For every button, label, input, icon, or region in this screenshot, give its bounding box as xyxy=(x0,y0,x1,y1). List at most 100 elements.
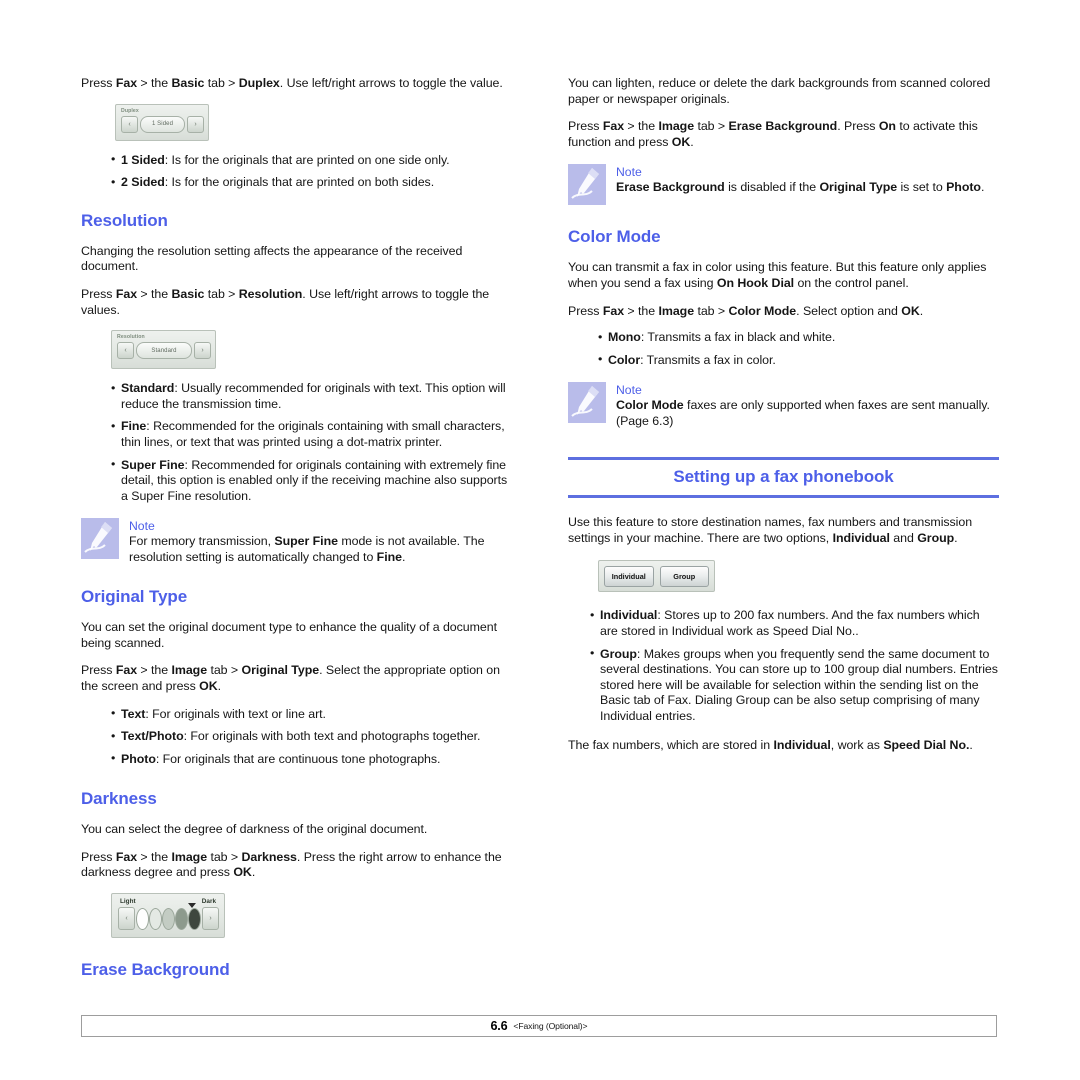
phonebook-banner: Setting up a fax phonebook xyxy=(568,457,999,499)
right-arrow-icon: › xyxy=(187,115,204,133)
text-run: . Use left/right arrows to toggle the va… xyxy=(279,76,503,90)
left-arrow-icon: ‹ xyxy=(117,342,134,360)
text-run: . Select option and xyxy=(796,303,902,318)
list-item-term: Fine xyxy=(121,419,147,434)
list-item: Photo: For originals that are continuous… xyxy=(111,751,512,768)
color-mode-paragraph-1: You can transmit a fax in color using th… xyxy=(568,260,999,291)
darkness-step xyxy=(136,907,149,930)
resolution-value: Standard xyxy=(136,342,192,360)
text-run: Press xyxy=(568,303,603,318)
text-run-bold: Image xyxy=(658,119,695,134)
text-run: tab > xyxy=(207,663,242,678)
note-erase-background: Note Erase Background is disabled if the… xyxy=(568,164,999,206)
heading-setting-up-fax-phonebook: Setting up a fax phonebook xyxy=(568,457,999,499)
note-pencil-icon xyxy=(568,164,606,206)
list-item-term: Color xyxy=(608,352,641,367)
note-body: Note For memory transmission, Super Fine… xyxy=(129,518,512,565)
list-item-term: Text xyxy=(121,706,146,721)
darkness-paragraph-2: Press Fax > the Image tab > Darkness. Pr… xyxy=(81,850,512,881)
text-run: tab > xyxy=(204,286,239,301)
text-run: tab > xyxy=(207,849,242,864)
text-run-bold: OK xyxy=(199,678,218,693)
text-run: The fax numbers, which are stored in xyxy=(568,737,774,752)
text-run-bold: OK xyxy=(671,134,691,149)
original-type-paragraph-2: Press Fax > the Image tab > Original Typ… xyxy=(81,663,512,694)
duplex-instruction: Press Fax > the Basic tab > Duplex. Use … xyxy=(81,76,512,92)
darkness-track: ‹ › xyxy=(118,903,219,931)
text-run: . xyxy=(401,549,406,564)
darkness-steps xyxy=(135,907,202,930)
note-body: Note Color Mode faxes are only supported… xyxy=(616,382,999,429)
heading-color-mode: Color Mode xyxy=(568,227,661,247)
text-run-bold: Duplex xyxy=(238,76,280,90)
list-item: Mono: Transmits a fax in black and white… xyxy=(598,330,999,346)
list-item-term: 1 Sided xyxy=(121,152,165,167)
note-color-mode: Note Color Mode faxes are only supported… xyxy=(568,382,999,429)
darkness-paragraph-1: You can select the degree of darkness of… xyxy=(81,822,428,837)
text-run: . xyxy=(251,865,256,880)
darkness-label-dark: Dark xyxy=(201,898,216,906)
text-run: > the xyxy=(137,663,172,678)
text-run-bold: Fax xyxy=(115,286,138,301)
footer-page-number: 6.6 xyxy=(490,1019,508,1033)
text-run-bold: Basic xyxy=(171,76,205,90)
duplex-options-list: 1 Sided: Is for the originals that are p… xyxy=(81,152,512,191)
list-item-term: 2 Sided xyxy=(121,175,165,190)
list-item-text: : For originals that are continuous tone… xyxy=(155,751,441,766)
text-run-bold: Fine xyxy=(376,549,402,564)
list-item: Group: Makes groups when you frequently … xyxy=(590,646,999,725)
text-run: and xyxy=(889,530,918,545)
note-pencil-icon xyxy=(568,382,606,424)
text-run: . xyxy=(217,678,222,693)
phonebook-closing-paragraph: The fax numbers, which are stored in Ind… xyxy=(568,738,999,754)
list-item-text: : Is for the originals that are printed … xyxy=(164,175,435,190)
document-page: Press Fax > the Basic tab > Duplex. Use … xyxy=(0,0,1080,1080)
darkness-step xyxy=(162,907,175,930)
text-run: Press xyxy=(81,76,116,90)
text-run-bold: Color Mode xyxy=(728,303,797,318)
list-item-term: Individual xyxy=(600,608,658,623)
darkness-scale-labels: Light Dark xyxy=(118,897,219,906)
footer-section-title: <Faxing (Optional)> xyxy=(513,1021,588,1031)
color-mode-options-list: Mono: Transmits a fax in black and white… xyxy=(568,330,999,368)
list-item: Individual: Stores up to 200 fax numbers… xyxy=(590,608,999,639)
list-item: Color: Transmits a fax in color. xyxy=(598,352,999,369)
two-column-body: Press Fax > the Basic tab > Duplex. Use … xyxy=(81,76,999,993)
text-run: is set to xyxy=(897,180,947,195)
phonebook-paragraph-1: Use this feature to store destination na… xyxy=(568,515,999,546)
left-column: Press Fax > the Basic tab > Duplex. Use … xyxy=(81,76,512,993)
text-run-bold: Erase Background xyxy=(728,119,838,134)
page-footer: 6.6 <Faxing (Optional)> xyxy=(81,1015,997,1037)
resolution-widget-label: Resolution xyxy=(117,334,145,341)
resolution-paragraph-1: Changing the resolution setting affects … xyxy=(81,243,463,274)
erase-background-paragraph-1: You can lighten, reduce or delete the da… xyxy=(568,76,991,106)
original-type-options-list: Text: For originals with text or line ar… xyxy=(81,706,512,768)
text-run: Press xyxy=(568,119,603,134)
darkness-position-marker xyxy=(188,903,196,909)
text-run: is disabled if the xyxy=(724,180,820,195)
right-column: You can lighten, reduce or delete the da… xyxy=(568,76,999,765)
heading-darkness: Darkness xyxy=(81,789,157,809)
list-item-term: Super Fine xyxy=(121,457,185,472)
resolution-spinner: ‹ Standard › xyxy=(117,342,211,360)
text-run-bold: Individual xyxy=(832,530,890,545)
note-text: For memory transmission, Super Fine mode… xyxy=(129,534,512,565)
individual-button: Individual xyxy=(604,565,654,587)
darkness-label-light: Light xyxy=(120,898,136,906)
text-run-bold: Fax xyxy=(602,119,625,134)
group-button: Group xyxy=(659,565,709,587)
text-run-bold: OK xyxy=(901,303,920,318)
note-resolution: Note For memory transmission, Super Fine… xyxy=(81,518,512,565)
text-run: > the xyxy=(624,303,659,318)
text-run: tab > xyxy=(694,303,729,318)
text-run: > the xyxy=(137,76,172,90)
text-run: on the control panel. xyxy=(794,275,909,290)
text-run-bold: Basic xyxy=(171,286,205,301)
list-item: Fine: Recommended for the originals cont… xyxy=(111,419,512,450)
list-item: Text/Photo: For originals with both text… xyxy=(111,729,512,745)
right-arrow-icon: › xyxy=(194,342,211,360)
text-run: tab > xyxy=(204,76,239,90)
list-item-text: : Is for the originals that are printed … xyxy=(164,152,450,167)
list-item: Super Fine: Recommended for originals co… xyxy=(111,457,512,505)
list-item-text: : For originals with text or line art. xyxy=(145,706,326,721)
